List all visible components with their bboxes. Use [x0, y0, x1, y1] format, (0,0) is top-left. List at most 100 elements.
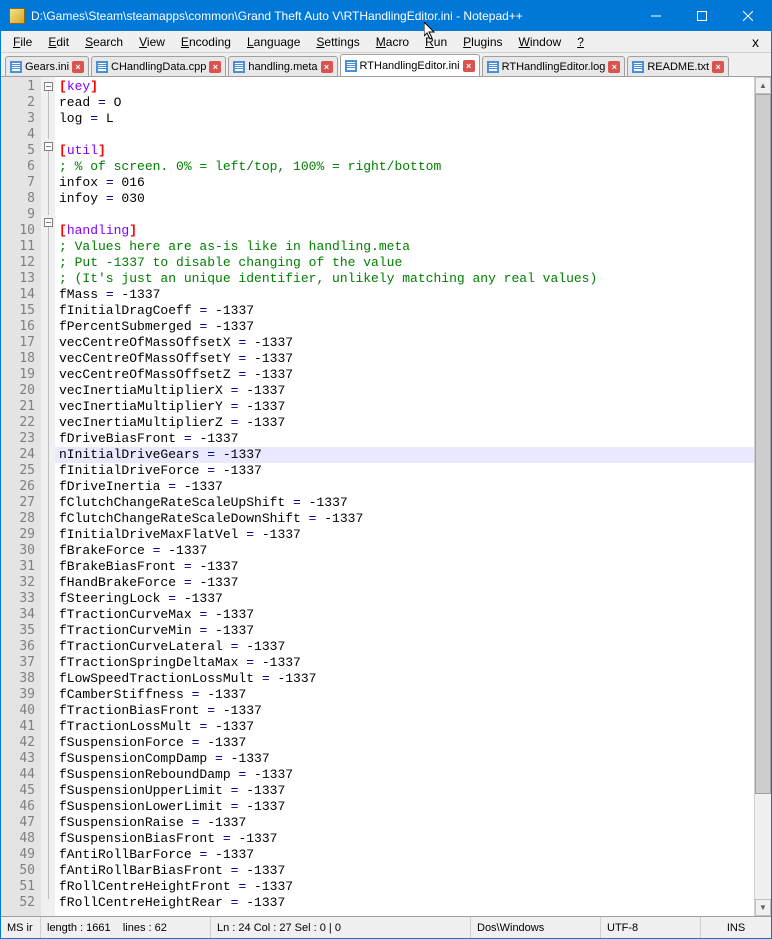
line-number[interactable]: 16 [1, 319, 35, 335]
line-number[interactable]: 35 [1, 623, 35, 639]
code-line[interactable]: vecCentreOfMassOffsetY = -1337 [59, 351, 750, 367]
line-number[interactable]: 17 [1, 335, 35, 351]
line-number[interactable]: 3 [1, 111, 35, 127]
menu-run[interactable]: Run [417, 33, 455, 51]
code-line[interactable]: fTractionLossMult = -1337 [59, 719, 750, 735]
line-number[interactable]: 19 [1, 367, 35, 383]
code-line[interactable]: vecInertiaMultiplierY = -1337 [59, 399, 750, 415]
code-line[interactable]: fPercentSubmerged = -1337 [59, 319, 750, 335]
code-line[interactable]: fSuspensionBiasFront = -1337 [59, 831, 750, 847]
tab-close-icon[interactable]: × [209, 61, 221, 73]
code-line[interactable]: ; (It's just an unique identifier, unlik… [59, 271, 750, 287]
code-line[interactable]: fInitialDriveMaxFlatVel = -1337 [59, 527, 750, 543]
menu-settings[interactable]: Settings [308, 33, 367, 51]
line-number[interactable]: 7 [1, 175, 35, 191]
code-line[interactable]: fDriveInertia = -1337 [59, 479, 750, 495]
line-number[interactable]: 1 [1, 79, 35, 95]
menu-language[interactable]: Language [239, 33, 308, 51]
line-number[interactable]: 30 [1, 543, 35, 559]
code-line[interactable]: infox = 016 [59, 175, 750, 191]
line-number[interactable]: 52 [1, 895, 35, 911]
line-number[interactable]: 39 [1, 687, 35, 703]
line-number[interactable]: 29 [1, 527, 35, 543]
code-line[interactable]: fAntiRollBarForce = -1337 [59, 847, 750, 863]
line-number[interactable]: 6 [1, 159, 35, 175]
code-line[interactable] [59, 207, 750, 223]
menu-help[interactable]: ? [569, 33, 592, 51]
line-number[interactable]: 48 [1, 831, 35, 847]
line-number[interactable]: 5 [1, 143, 35, 159]
code-line[interactable]: fSuspensionRaise = -1337 [59, 815, 750, 831]
line-number[interactable]: 34 [1, 607, 35, 623]
code-line[interactable]: vecCentreOfMassOffsetX = -1337 [59, 335, 750, 351]
code-line[interactable]: fCamberStiffness = -1337 [59, 687, 750, 703]
fold-toggle-icon[interactable] [44, 82, 53, 91]
tab-chandlingdata-cpp[interactable]: CHandlingData.cpp× [91, 56, 226, 76]
line-number[interactable]: 46 [1, 799, 35, 815]
code-line[interactable]: fInitialDragCoeff = -1337 [59, 303, 750, 319]
line-number[interactable]: 45 [1, 783, 35, 799]
line-number[interactable]: 26 [1, 479, 35, 495]
line-number[interactable]: 14 [1, 287, 35, 303]
line-number[interactable]: 32 [1, 575, 35, 591]
code-line[interactable]: log = L [59, 111, 750, 127]
line-number[interactable]: 47 [1, 815, 35, 831]
tab-close-icon[interactable]: × [712, 61, 724, 73]
code-line[interactable]: read = O [59, 95, 750, 111]
code-line[interactable]: fHandBrakeForce = -1337 [59, 575, 750, 591]
scroll-thumb[interactable] [755, 94, 771, 794]
tab-gears-ini[interactable]: Gears.ini× [5, 56, 89, 76]
code-line[interactable]: fSuspensionReboundDamp = -1337 [59, 767, 750, 783]
line-number[interactable]: 51 [1, 879, 35, 895]
line-number[interactable]: 9 [1, 207, 35, 223]
line-number[interactable]: 15 [1, 303, 35, 319]
line-number[interactable]: 33 [1, 591, 35, 607]
code-line[interactable]: vecInertiaMultiplierX = -1337 [59, 383, 750, 399]
code-line[interactable]: ; Values here are as-is like in handling… [59, 239, 750, 255]
tab-close-icon[interactable]: × [608, 61, 620, 73]
code-line[interactable]: fTractionBiasFront = -1337 [59, 703, 750, 719]
line-number[interactable]: 25 [1, 463, 35, 479]
line-number[interactable]: 4 [1, 127, 35, 143]
scroll-up-button[interactable]: ▲ [755, 77, 771, 94]
fold-toggle-icon[interactable] [44, 142, 53, 151]
line-number[interactable]: 41 [1, 719, 35, 735]
code-line[interactable]: infoy = 030 [59, 191, 750, 207]
line-number[interactable]: 36 [1, 639, 35, 655]
fold-toggle-icon[interactable] [44, 218, 53, 227]
code-line[interactable]: fAntiRollBarBiasFront = -1337 [59, 863, 750, 879]
line-number[interactable]: 11 [1, 239, 35, 255]
menu-plugins[interactable]: Plugins [455, 33, 510, 51]
code-line[interactable]: vecInertiaMultiplierZ = -1337 [59, 415, 750, 431]
code-line[interactable]: fTractionSpringDeltaMax = -1337 [59, 655, 750, 671]
line-number[interactable]: 28 [1, 511, 35, 527]
line-number[interactable]: 23 [1, 431, 35, 447]
line-number[interactable]: 8 [1, 191, 35, 207]
tab-close-icon[interactable]: × [463, 60, 475, 72]
code-line[interactable]: vecCentreOfMassOffsetZ = -1337 [59, 367, 750, 383]
code-line[interactable]: fClutchChangeRateScaleDownShift = -1337 [59, 511, 750, 527]
line-number[interactable]: 49 [1, 847, 35, 863]
line-number[interactable]: 27 [1, 495, 35, 511]
code-line[interactable]: nInitialDriveGears = -1337 [55, 447, 754, 463]
line-number[interactable]: 44 [1, 767, 35, 783]
code-line[interactable]: fClutchChangeRateScaleUpShift = -1337 [59, 495, 750, 511]
fold-column[interactable] [41, 77, 55, 916]
code-line[interactable]: fBrakeBiasFront = -1337 [59, 559, 750, 575]
line-number[interactable]: 40 [1, 703, 35, 719]
code-line[interactable]: fRollCentreHeightRear = -1337 [59, 895, 750, 911]
close-button[interactable] [725, 1, 771, 31]
line-number[interactable]: 43 [1, 751, 35, 767]
minimize-button[interactable] [633, 1, 679, 31]
code-line[interactable]: fSuspensionCompDamp = -1337 [59, 751, 750, 767]
code-line[interactable]: fTractionCurveLateral = -1337 [59, 639, 750, 655]
code-line[interactable]: [key] [59, 79, 750, 95]
code-area[interactable]: [key]read = Olog = L [util]; % of screen… [55, 77, 754, 916]
titlebar[interactable]: D:\Games\Steam\steamapps\common\Grand Th… [1, 1, 771, 31]
line-number[interactable]: 20 [1, 383, 35, 399]
tab-readme-txt[interactable]: README.txt× [627, 56, 729, 76]
code-line[interactable]: fSuspensionLowerLimit = -1337 [59, 799, 750, 815]
code-line[interactable]: fMass = -1337 [59, 287, 750, 303]
code-line[interactable]: fLowSpeedTractionLossMult = -1337 [59, 671, 750, 687]
menubar-close-icon[interactable]: x [744, 34, 767, 50]
